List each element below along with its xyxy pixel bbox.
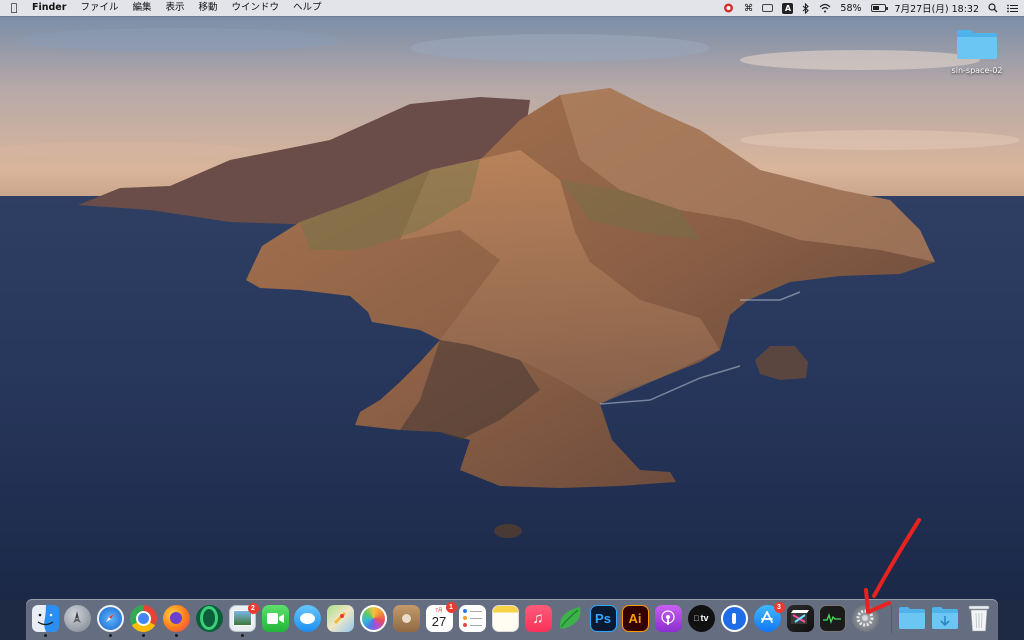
- downloads-folder-icon: [932, 607, 958, 629]
- facetime-icon: [261, 604, 289, 632]
- appstore-badge: 3: [773, 601, 785, 613]
- dock-reminders[interactable]: [458, 604, 486, 632]
- creative-cloud-icon[interactable]: [722, 0, 735, 16]
- dock-finalcut[interactable]: [786, 604, 814, 632]
- menu-help[interactable]: ヘルプ: [286, 0, 329, 16]
- trash-icon: [968, 605, 990, 632]
- dock-photoshop[interactable]: Ps: [589, 604, 617, 632]
- illustrator-label: Ai: [628, 610, 642, 626]
- reminders-icon: [458, 604, 486, 632]
- dock-evernote[interactable]: [556, 604, 584, 632]
- spotlight-icon[interactable]: [988, 0, 998, 16]
- running-indicator: [241, 634, 244, 637]
- menu-file[interactable]: ファイル: [73, 0, 125, 16]
- calendar-day: 27: [431, 614, 447, 629]
- dock-activity-monitor[interactable]: [818, 604, 846, 632]
- dock-1password[interactable]: [720, 604, 748, 632]
- dock-messages[interactable]: [293, 604, 321, 632]
- preview-icon: 2: [228, 602, 259, 632]
- dock-contacts[interactable]: [392, 604, 420, 632]
- keyboard-viewer-icon[interactable]: [762, 0, 774, 16]
- calendar-icon: 7月 27 1: [425, 601, 457, 632]
- contacts-icon: [392, 604, 420, 632]
- evernote-icon: [559, 607, 581, 629]
- menu-go[interactable]: 移動: [191, 0, 224, 16]
- desktop-folder[interactable]: sin-space-02: [944, 28, 1010, 75]
- dock-opera[interactable]: [195, 604, 223, 632]
- command-icon[interactable]: ⌘: [744, 0, 754, 16]
- launchpad-icon: [63, 604, 91, 632]
- running-indicator: [44, 634, 47, 637]
- dock-folder[interactable]: [898, 604, 926, 632]
- system-preferences-icon: [851, 604, 879, 632]
- dock-appletv[interactable]: tv: [687, 604, 715, 632]
- wifi-icon[interactable]: [819, 0, 831, 16]
- photos-icon: [359, 604, 387, 632]
- desktop-wallpaper: [0, 0, 1024, 600]
- folder-icon: [956, 28, 998, 60]
- menu-window[interactable]: ウインドウ: [225, 0, 287, 16]
- dock-firefox[interactable]: [162, 604, 190, 632]
- dock-chrome[interactable]: [129, 604, 157, 632]
- running-indicator: [109, 634, 112, 637]
- running-indicator: [175, 634, 178, 637]
- dock-facetime[interactable]: [261, 604, 289, 632]
- dock-illustrator[interactable]: Ai: [621, 604, 649, 632]
- dock-finder[interactable]: [31, 604, 59, 632]
- dock-appstore[interactable]: 3: [753, 601, 785, 632]
- dock-separator: [891, 605, 892, 633]
- dock-calendar[interactable]: 7月 27 1: [425, 601, 457, 632]
- firefox-icon: [162, 604, 190, 632]
- opera-icon: [195, 604, 223, 632]
- folder-icon: [899, 607, 925, 629]
- chrome-icon: [129, 604, 157, 632]
- dock-downloads[interactable]: [931, 604, 959, 632]
- menu-bar:  Finder ファイル 編集 表示 移動 ウインドウ ヘルプ ⌘ A 58%…: [0, 0, 1024, 16]
- dock-trash[interactable]: [965, 604, 993, 632]
- preview-badge: 2: [247, 602, 259, 614]
- maps-icon: [326, 604, 354, 632]
- calendar-badge: 1: [445, 601, 457, 613]
- dock-notes[interactable]: [491, 604, 519, 632]
- photoshop-label: Ps: [595, 610, 611, 626]
- bluetooth-icon[interactable]: [802, 0, 810, 16]
- illustrator-icon: Ai: [621, 604, 649, 632]
- dock-photos[interactable]: [359, 604, 387, 632]
- finder-icon: [31, 604, 59, 632]
- safari-icon: [96, 604, 124, 632]
- finalcut-icon: [786, 604, 814, 632]
- photoshop-icon: Ps: [589, 604, 617, 632]
- menu-app-name[interactable]: Finder: [28, 0, 73, 16]
- dock-launchpad[interactable]: [63, 604, 91, 632]
- control-center-icon[interactable]: [1007, 0, 1018, 16]
- dock-safari[interactable]: [96, 604, 124, 632]
- appletv-icon: tv: [687, 604, 715, 632]
- menu-edit[interactable]: 編集: [125, 0, 158, 16]
- apple-icon[interactable]: : [0, 0, 28, 16]
- appstore-icon: 3: [753, 601, 785, 632]
- notes-icon: [491, 604, 519, 632]
- menu-view[interactable]: 表示: [158, 0, 191, 16]
- dock-system-preferences[interactable]: [851, 604, 879, 632]
- dock-podcasts[interactable]: [654, 604, 682, 632]
- onepassword-icon: [720, 604, 748, 632]
- menubar-clock[interactable]: 7月27日(月) 18:32: [895, 1, 979, 15]
- battery-icon[interactable]: [870, 0, 888, 16]
- desktop-folder-label: sin-space-02: [951, 66, 1003, 75]
- input-source-icon[interactable]: A: [782, 0, 794, 16]
- dock-maps[interactable]: [326, 604, 354, 632]
- dock-music[interactable]: ♫: [524, 604, 552, 632]
- appletv-label: tv: [697, 613, 708, 623]
- activity-monitor-icon: [818, 604, 846, 632]
- battery-percent: 58%: [840, 2, 862, 14]
- podcasts-icon: [654, 604, 682, 632]
- dock-preview[interactable]: 2: [228, 602, 259, 632]
- messages-icon: [293, 604, 321, 632]
- running-indicator: [142, 634, 145, 637]
- music-icon: ♫: [524, 604, 552, 632]
